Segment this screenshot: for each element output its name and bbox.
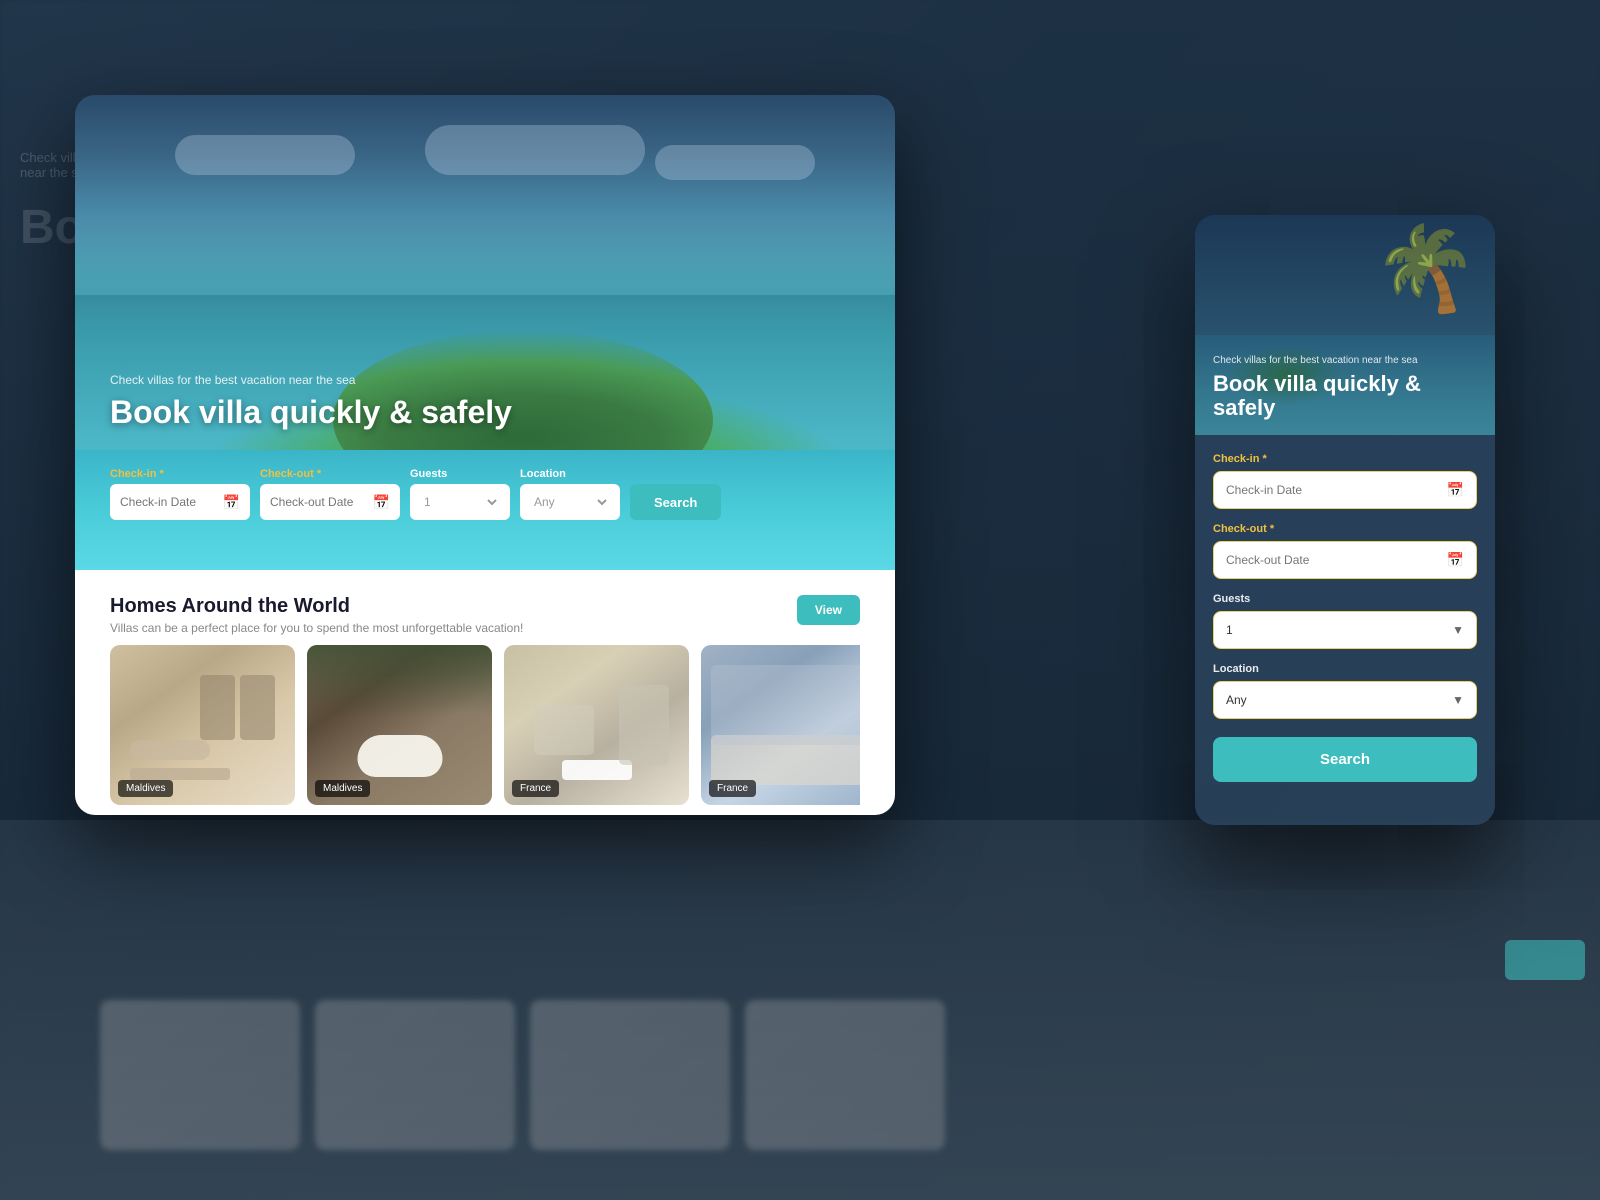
mobile-guests-wrap[interactable]: 1 2 3 4 5+ ▼ xyxy=(1213,611,1477,649)
mobile-hero-title: Book villa quickly & safely xyxy=(1213,372,1477,420)
mobile-checkin-wrap[interactable]: 📅 xyxy=(1213,471,1477,509)
mobile-checkout-label: Check-out * xyxy=(1213,523,1477,535)
bg-villa-rooms xyxy=(100,1000,945,1150)
checkin-label: Check-in * xyxy=(110,468,250,480)
cloud-1 xyxy=(175,135,355,175)
property-card-1[interactable]: Maldives xyxy=(110,645,295,805)
checkin-input[interactable] xyxy=(120,495,217,509)
mobile-hero-subtitle: Check villas for the best vacation near … xyxy=(1213,354,1477,367)
mobile-checkout-group: Check-out * 📅 xyxy=(1213,523,1477,579)
section-subtitle: Villas can be a perfect place for you to… xyxy=(110,621,523,635)
hero-title: Book villa quickly & safely xyxy=(110,395,512,430)
bg-room-1 xyxy=(100,1000,300,1150)
mobile-checkin-group: Check-in * 📅 xyxy=(1213,453,1477,509)
search-button-hero[interactable]: Search xyxy=(630,484,721,520)
location-badge-4: France xyxy=(709,780,756,797)
mobile-location-label: Location xyxy=(1213,663,1477,675)
palm-icon: 🌴 xyxy=(1366,215,1488,328)
mobile-calendar-icon-1: 📅 xyxy=(1447,482,1464,499)
checkout-group: Check-out * 📅 xyxy=(260,468,400,520)
view-all-button[interactable]: View xyxy=(797,595,860,625)
hero-content: Check villas for the best vacation near … xyxy=(110,373,512,430)
hero-section: Check villas for the best vacation near … xyxy=(75,95,895,570)
property-card-2[interactable]: Maldives xyxy=(307,645,492,805)
property-card-3[interactable]: France xyxy=(504,645,689,805)
location-badge-3: France xyxy=(512,780,559,797)
lower-section: Homes Around the World Villas can be a p… xyxy=(75,570,895,815)
checkin-group: Check-in * 📅 xyxy=(110,468,250,520)
bg-room-2 xyxy=(315,1000,515,1150)
section-title-group: Homes Around the World Villas can be a p… xyxy=(110,595,523,635)
mobile-checkin-label: Check-in * xyxy=(1213,453,1477,465)
mobile-calendar-icon-2: 📅 xyxy=(1447,552,1464,569)
mobile-checkout-wrap[interactable]: 📅 xyxy=(1213,541,1477,579)
calendar-icon-2: 📅 xyxy=(373,494,390,511)
checkin-input-wrap[interactable]: 📅 xyxy=(110,484,250,520)
mobile-guests-select[interactable]: 1 2 3 4 5+ xyxy=(1214,612,1476,648)
bg-room-4 xyxy=(745,1000,945,1150)
hero-clouds xyxy=(75,115,895,235)
bg-room-3 xyxy=(530,1000,730,1150)
bg-villas xyxy=(0,820,1600,1200)
bg-teal-button xyxy=(1505,940,1585,980)
hero-subtitle: Check villas for the best vacation near … xyxy=(110,373,512,387)
checkout-label: Check-out * xyxy=(260,468,400,480)
guests-select[interactable]: 1 2 3 4 5+ xyxy=(420,494,500,510)
location-select[interactable]: Any Maldives France Bali xyxy=(530,494,610,510)
guests-input-wrap[interactable]: 1 2 3 4 5+ xyxy=(410,484,510,520)
mobile-location-select[interactable]: Any Maldives France Bali xyxy=(1214,682,1476,718)
desktop-card: Check villas for the best vacation near … xyxy=(75,95,895,815)
mobile-card: 🌴 Check villas for the best vacation nea… xyxy=(1195,215,1495,825)
mobile-search-button[interactable]: Search xyxy=(1213,737,1477,782)
mobile-checkout-input[interactable] xyxy=(1214,542,1476,578)
mobile-guests-group: Guests 1 2 3 4 5+ ▼ xyxy=(1213,593,1477,649)
mobile-guests-label: Guests xyxy=(1213,593,1477,605)
location-input-wrap[interactable]: Any Maldives France Bali xyxy=(520,484,620,520)
cloud-2 xyxy=(425,125,645,175)
property-card-4[interactable]: France xyxy=(701,645,860,805)
guests-group: Guests 1 2 3 4 5+ xyxy=(410,468,510,520)
search-form-hero: Check-in * 📅 Check-out * 📅 Guests xyxy=(110,468,860,520)
calendar-icon: 📅 xyxy=(223,494,240,511)
mobile-hero-content: Check villas for the best vacation near … xyxy=(1213,354,1477,420)
location-badge-1: Maldives xyxy=(118,780,173,797)
guests-label: Guests xyxy=(410,468,510,480)
mobile-form: Check-in * 📅 Check-out * 📅 Guests 1 xyxy=(1195,435,1495,825)
property-grid: Maldives Maldives France xyxy=(110,645,860,805)
checkout-input[interactable] xyxy=(270,495,367,509)
location-badge-2: Maldives xyxy=(315,780,370,797)
mobile-hero: 🌴 Check villas for the best vacation nea… xyxy=(1195,215,1495,435)
mobile-checkin-input[interactable] xyxy=(1214,472,1476,508)
location-label: Location xyxy=(520,468,620,480)
mobile-location-group: Location Any Maldives France Bali ▼ xyxy=(1213,663,1477,719)
checkout-input-wrap[interactable]: 📅 xyxy=(260,484,400,520)
cloud-3 xyxy=(655,145,815,180)
mobile-location-wrap[interactable]: Any Maldives France Bali ▼ xyxy=(1213,681,1477,719)
section-header: Homes Around the World Villas can be a p… xyxy=(110,595,860,635)
section-title: Homes Around the World xyxy=(110,595,523,618)
location-group: Location Any Maldives France Bali xyxy=(520,468,620,520)
